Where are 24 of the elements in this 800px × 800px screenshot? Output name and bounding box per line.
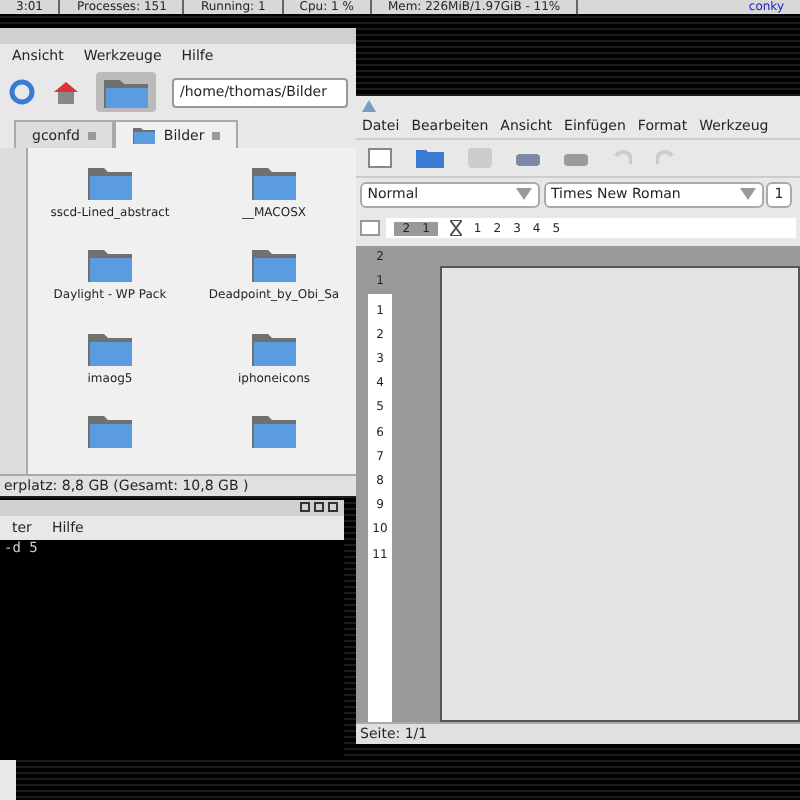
folder-icon — [104, 76, 148, 109]
close-icon[interactable] — [87, 131, 96, 140]
close-icon[interactable] — [212, 131, 221, 140]
folder-icon — [131, 126, 156, 145]
dropdown-icon — [739, 188, 755, 201]
refresh-icon[interactable] — [8, 78, 36, 107]
app-icon — [362, 100, 376, 113]
dropdown-icon — [515, 188, 532, 201]
indent-marker-icon[interactable] — [449, 220, 462, 237]
panel-block — [0, 760, 16, 800]
folder-icon[interactable] — [88, 164, 132, 201]
folder-icon[interactable] — [88, 329, 132, 366]
folder-icon[interactable] — [252, 329, 296, 366]
new-document-icon[interactable] — [368, 148, 392, 169]
folder-icon[interactable] — [88, 411, 132, 448]
tab-stop-icon[interactable] — [359, 220, 380, 237]
folder-icon[interactable] — [88, 246, 132, 283]
folder-button[interactable] — [96, 72, 156, 113]
home-icon[interactable] — [52, 78, 80, 107]
scrollbar[interactable] — [0, 148, 28, 474]
folder-icon[interactable] — [252, 411, 296, 448]
folder-icon[interactable] — [252, 164, 296, 201]
folder-icon[interactable] — [416, 148, 444, 169]
folder-icon[interactable] — [252, 246, 296, 283]
